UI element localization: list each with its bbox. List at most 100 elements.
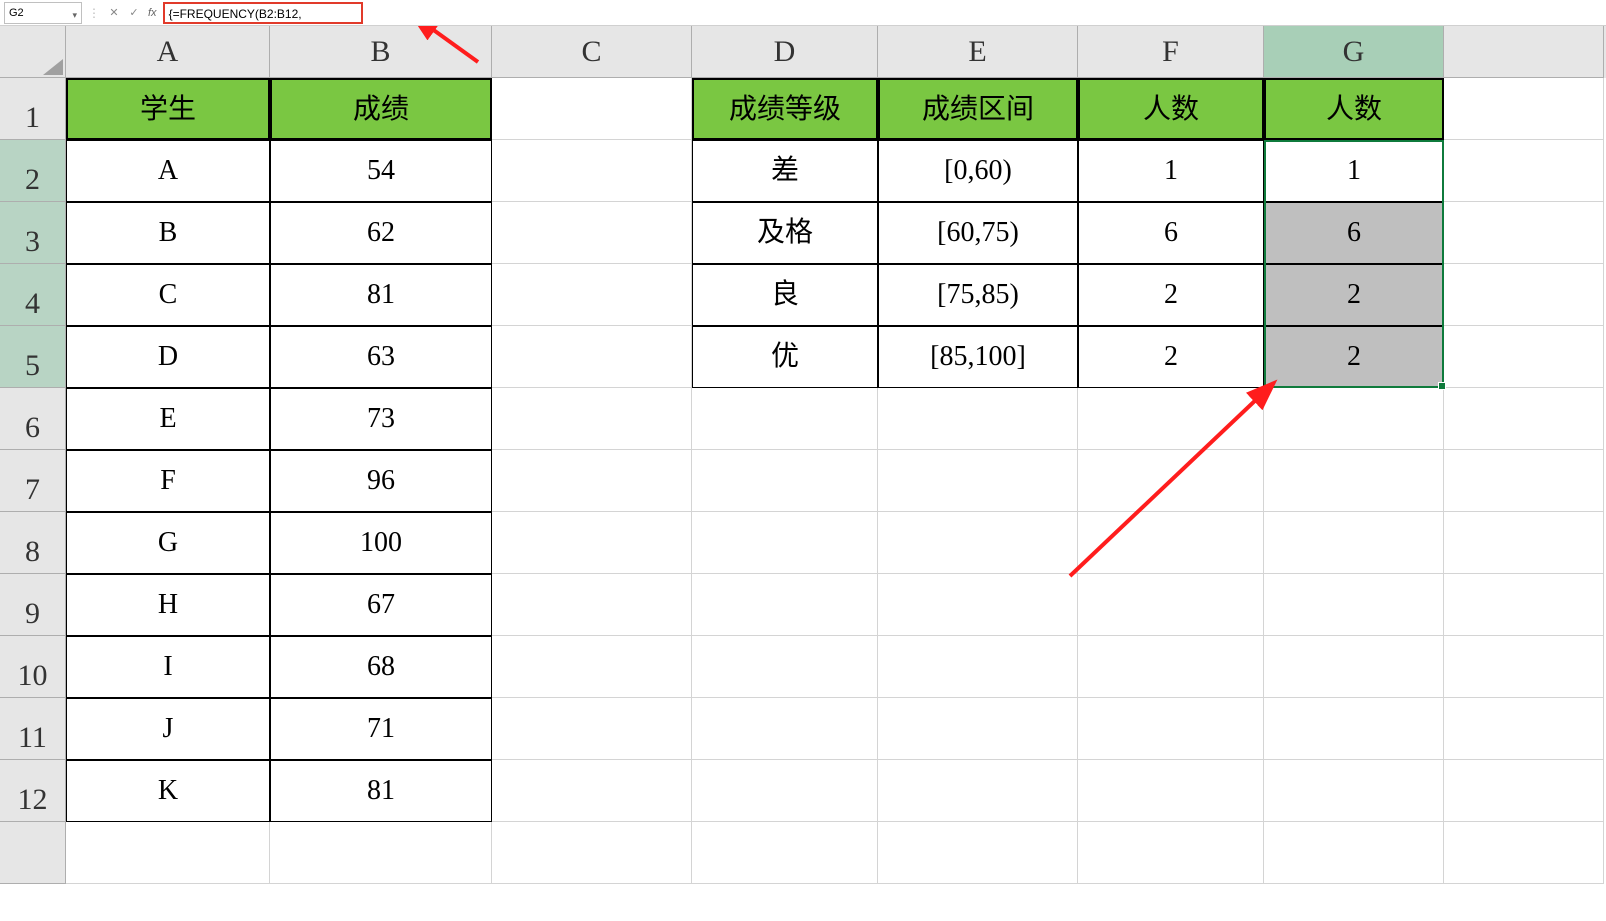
row-header-4[interactable]: 4 bbox=[0, 264, 66, 326]
col-header-C[interactable]: C bbox=[492, 26, 692, 78]
cell-B3[interactable]: 62 bbox=[270, 202, 492, 264]
cell-A11[interactable]: J bbox=[66, 698, 270, 760]
cell-H3[interactable] bbox=[1444, 202, 1604, 264]
cell-D9[interactable] bbox=[692, 574, 878, 636]
cell-B8[interactable]: 100 bbox=[270, 512, 492, 574]
cell-D5[interactable]: 优 bbox=[692, 326, 878, 388]
row-header-1[interactable]: 1 bbox=[0, 78, 66, 140]
col-header-B[interactable]: B bbox=[270, 26, 492, 78]
cell-F2[interactable]: 1 bbox=[1078, 140, 1264, 202]
cell-C6[interactable] bbox=[492, 388, 692, 450]
cell-A5[interactable]: D bbox=[66, 326, 270, 388]
cell-E7[interactable] bbox=[878, 450, 1078, 512]
cell-C10[interactable] bbox=[492, 636, 692, 698]
col-header-F[interactable]: F bbox=[1078, 26, 1264, 78]
cell-E1[interactable]: 成绩区间 bbox=[878, 78, 1078, 140]
row-header-7[interactable]: 7 bbox=[0, 450, 66, 512]
cell-F9[interactable] bbox=[1078, 574, 1264, 636]
cell[interactable] bbox=[1078, 822, 1264, 884]
cell-C4[interactable] bbox=[492, 264, 692, 326]
row-header-6[interactable]: 6 bbox=[0, 388, 66, 450]
cell-G5[interactable]: 2 bbox=[1264, 326, 1444, 388]
cell-B2[interactable]: 54 bbox=[270, 140, 492, 202]
cell-F6[interactable] bbox=[1078, 388, 1264, 450]
cell-D1[interactable]: 成绩等级 bbox=[692, 78, 878, 140]
cell-G3[interactable]: 6 bbox=[1264, 202, 1444, 264]
cell-A1[interactable]: 学生 bbox=[66, 78, 270, 140]
cell-B4[interactable]: 81 bbox=[270, 264, 492, 326]
cell-B5[interactable]: 63 bbox=[270, 326, 492, 388]
col-header-E[interactable]: E bbox=[878, 26, 1078, 78]
cell-G7[interactable] bbox=[1264, 450, 1444, 512]
cell-C5[interactable] bbox=[492, 326, 692, 388]
cell[interactable] bbox=[878, 822, 1078, 884]
cell-H5[interactable] bbox=[1444, 326, 1604, 388]
cell-F1[interactable]: 人数 bbox=[1078, 78, 1264, 140]
cell-E12[interactable] bbox=[878, 760, 1078, 822]
cell-A10[interactable]: I bbox=[66, 636, 270, 698]
cell-E10[interactable] bbox=[878, 636, 1078, 698]
cell-C9[interactable] bbox=[492, 574, 692, 636]
cell-B10[interactable]: 68 bbox=[270, 636, 492, 698]
cell-C1[interactable] bbox=[492, 78, 692, 140]
cell-C2[interactable] bbox=[492, 140, 692, 202]
cell-E3[interactable]: [60,75) bbox=[878, 202, 1078, 264]
cell-F3[interactable]: 6 bbox=[1078, 202, 1264, 264]
cell-E5[interactable]: [85,100] bbox=[878, 326, 1078, 388]
cell-H10[interactable] bbox=[1444, 636, 1604, 698]
cell-F12[interactable] bbox=[1078, 760, 1264, 822]
cell-E2[interactable]: [0,60) bbox=[878, 140, 1078, 202]
cell-A4[interactable]: C bbox=[66, 264, 270, 326]
cell-B9[interactable]: 67 bbox=[270, 574, 492, 636]
cell-H4[interactable] bbox=[1444, 264, 1604, 326]
cell[interactable] bbox=[270, 822, 492, 884]
enter-icon[interactable]: ✓ bbox=[124, 6, 144, 19]
cell-F4[interactable]: 2 bbox=[1078, 264, 1264, 326]
cell-A8[interactable]: G bbox=[66, 512, 270, 574]
col-header-A[interactable]: A bbox=[66, 26, 270, 78]
row-header-8[interactable]: 8 bbox=[0, 512, 66, 574]
cell-H9[interactable] bbox=[1444, 574, 1604, 636]
cell-D10[interactable] bbox=[692, 636, 878, 698]
cell-D8[interactable] bbox=[692, 512, 878, 574]
col-header-D[interactable]: D bbox=[692, 26, 878, 78]
cell-C3[interactable] bbox=[492, 202, 692, 264]
cell-E6[interactable] bbox=[878, 388, 1078, 450]
cell-D6[interactable] bbox=[692, 388, 878, 450]
cell-F10[interactable] bbox=[1078, 636, 1264, 698]
cell-G4[interactable]: 2 bbox=[1264, 264, 1444, 326]
cell-D2[interactable]: 差 bbox=[692, 140, 878, 202]
fx-icon[interactable]: fx bbox=[144, 7, 163, 19]
row-header-12[interactable]: 12 bbox=[0, 760, 66, 822]
cell-G12[interactable] bbox=[1264, 760, 1444, 822]
cell-B1[interactable]: 成绩 bbox=[270, 78, 492, 140]
cell-G8[interactable] bbox=[1264, 512, 1444, 574]
cell-E4[interactable]: [75,85) bbox=[878, 264, 1078, 326]
cell-D11[interactable] bbox=[692, 698, 878, 760]
cell-D3[interactable]: 及格 bbox=[692, 202, 878, 264]
cell-G2[interactable]: 1 bbox=[1264, 140, 1444, 202]
cell-E9[interactable] bbox=[878, 574, 1078, 636]
row-header-2[interactable]: 2 bbox=[0, 140, 66, 202]
cell-G10[interactable] bbox=[1264, 636, 1444, 698]
select-all-triangle[interactable] bbox=[0, 26, 66, 78]
cell-F5[interactable]: 2 bbox=[1078, 326, 1264, 388]
cell-E11[interactable] bbox=[878, 698, 1078, 760]
cell-F8[interactable] bbox=[1078, 512, 1264, 574]
cell-H12[interactable] bbox=[1444, 760, 1604, 822]
cell-C11[interactable] bbox=[492, 698, 692, 760]
cell-H6[interactable] bbox=[1444, 388, 1604, 450]
cell-F7[interactable] bbox=[1078, 450, 1264, 512]
cell[interactable] bbox=[1444, 822, 1604, 884]
cell-A3[interactable]: B bbox=[66, 202, 270, 264]
cell-D12[interactable] bbox=[692, 760, 878, 822]
cancel-icon[interactable]: ✕ bbox=[104, 6, 124, 19]
cell-H8[interactable] bbox=[1444, 512, 1604, 574]
cell-A9[interactable]: H bbox=[66, 574, 270, 636]
cell-C12[interactable] bbox=[492, 760, 692, 822]
row-header-5[interactable]: 5 bbox=[0, 326, 66, 388]
cell-H11[interactable] bbox=[1444, 698, 1604, 760]
cell-E8[interactable] bbox=[878, 512, 1078, 574]
cell-B6[interactable]: 73 bbox=[270, 388, 492, 450]
row-header-9[interactable]: 9 bbox=[0, 574, 66, 636]
